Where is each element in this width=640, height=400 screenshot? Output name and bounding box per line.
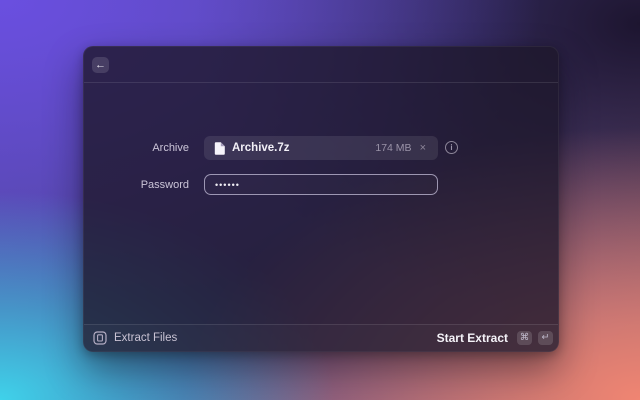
archive-filename: Archive.7z <box>232 142 290 154</box>
command-name: Extract Files <box>114 332 177 344</box>
titlebar: ← <box>84 47 558 83</box>
start-extract-button[interactable]: Start Extract ⌘ ↵ <box>437 331 553 345</box>
password-input[interactable] <box>204 174 438 195</box>
command-key-icon: ⌘ <box>517 331 532 345</box>
info-icon[interactable]: i <box>445 141 458 154</box>
archive-file-chip[interactable]: Archive.7z 174 MB × <box>204 136 438 160</box>
file-icon <box>214 142 225 155</box>
command-identity: Extract Files <box>93 331 177 345</box>
footer-bar: Extract Files Start Extract ⌘ ↵ <box>84 324 558 351</box>
info-icon-glyph: i <box>450 143 452 152</box>
start-extract-label: Start Extract <box>437 331 508 345</box>
password-label: Password <box>84 179 189 191</box>
archive-filesize: 174 MB <box>375 142 411 154</box>
remove-file-icon[interactable]: × <box>420 143 426 154</box>
desktop-background: ← Archive Archive.7z 174 MB × i Password <box>0 0 640 400</box>
extract-dialog-window: ← Archive Archive.7z 174 MB × i Password <box>83 46 559 352</box>
archive-label: Archive <box>84 142 189 154</box>
back-arrow-icon: ← <box>95 59 106 71</box>
form-area: Archive Archive.7z 174 MB × i Password <box>84 84 558 324</box>
return-key-icon: ↵ <box>538 331 553 345</box>
extract-files-icon <box>93 331 107 345</box>
back-button[interactable]: ← <box>92 57 109 73</box>
